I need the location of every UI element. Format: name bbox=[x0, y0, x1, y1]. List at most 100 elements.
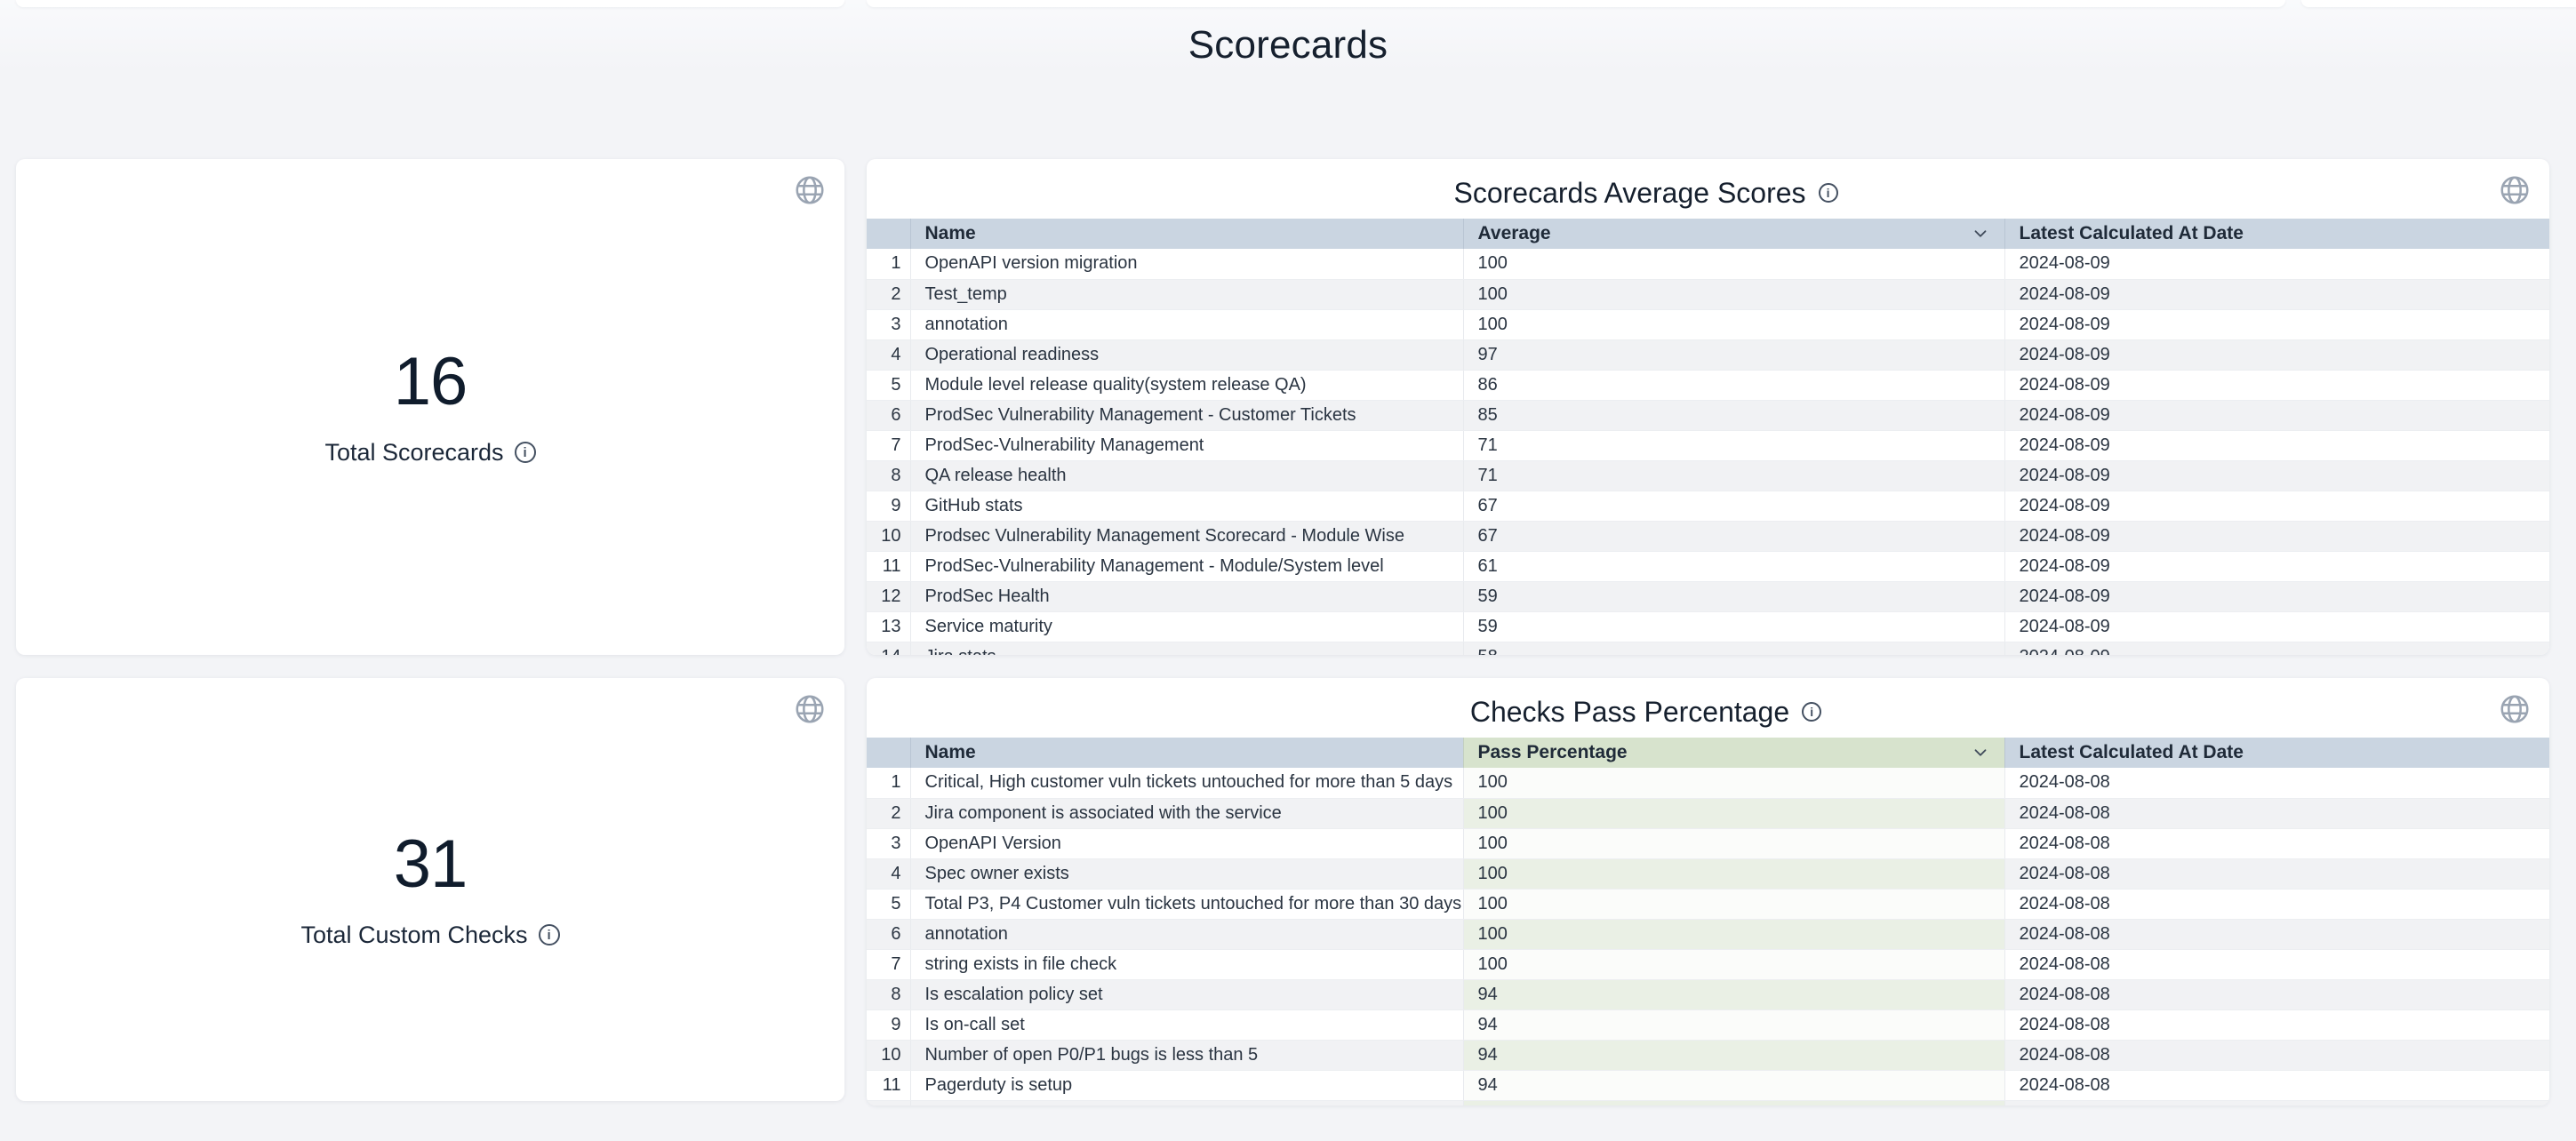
row-index-cell: 2 bbox=[867, 279, 910, 309]
value-cell: 100 bbox=[1463, 279, 2004, 309]
data-table: NameAverageLatest Calculated At Date1Ope… bbox=[867, 219, 2549, 655]
column-header-date[interactable]: Latest Calculated At Date bbox=[2004, 738, 2549, 768]
name-cell: Spec owner exists bbox=[910, 858, 1463, 889]
table-row: 13Service maturity592024-08-09 bbox=[867, 611, 2549, 642]
name-cell: Jira component is associated with the se… bbox=[910, 798, 1463, 828]
name-cell: ProdSec-Vulnerability Management bbox=[910, 430, 1463, 460]
date-cell: 2024-08-08 bbox=[2004, 889, 2549, 919]
table-row: 8Is escalation policy set942024-08-08 bbox=[867, 979, 2549, 1009]
top-card-remnant bbox=[867, 0, 2285, 7]
metric-label-text: Total Scorecards bbox=[324, 439, 503, 467]
table-title-text: Checks Pass Percentage bbox=[1470, 696, 1789, 729]
date-cell: 2024-08-09 bbox=[2004, 309, 2549, 339]
metric-value: 16 bbox=[394, 348, 468, 416]
table-title: Checks Pass Percentage bbox=[867, 694, 2425, 730]
value-cell: 100 bbox=[1463, 249, 2004, 279]
value-cell: 100 bbox=[1463, 858, 2004, 889]
info-icon[interactable] bbox=[1819, 183, 1838, 203]
table-header-row: NameAverageLatest Calculated At Date bbox=[867, 219, 2549, 249]
date-cell: 2024-08-09 bbox=[2004, 430, 2549, 460]
scorecards-average-scores-card: Scorecards Average Scores NameAverageLat… bbox=[867, 159, 2549, 655]
table-row: 9Is on-call set942024-08-08 bbox=[867, 1009, 2549, 1040]
metric-label: Total Scorecards bbox=[324, 439, 535, 467]
table-row-partial bbox=[867, 1100, 2549, 1105]
value-cell: 59 bbox=[1463, 581, 2004, 611]
table-row: 12ProdSec Health592024-08-09 bbox=[867, 581, 2549, 611]
column-header-date[interactable]: Latest Calculated At Date bbox=[2004, 219, 2549, 249]
date-cell: 2024-08-08 bbox=[2004, 1009, 2549, 1040]
table-row: 10Prodsec Vulnerability Management Score… bbox=[867, 521, 2549, 551]
globe-icon[interactable] bbox=[793, 173, 827, 207]
chevron-down-icon[interactable] bbox=[1971, 743, 1990, 762]
date-cell: 2024-08-09 bbox=[2004, 279, 2549, 309]
info-icon[interactable] bbox=[1802, 702, 1821, 722]
column-header-name[interactable]: Name bbox=[910, 219, 1463, 249]
globe-icon[interactable] bbox=[2498, 173, 2532, 207]
name-cell: annotation bbox=[910, 919, 1463, 949]
table-row: 1Critical, High customer vuln tickets un… bbox=[867, 768, 2549, 798]
table-row: 6ProdSec Vulnerability Management - Cust… bbox=[867, 400, 2549, 430]
globe-icon[interactable] bbox=[793, 692, 827, 726]
date-cell: 2024-08-09 bbox=[2004, 642, 2549, 655]
value-cell: 94 bbox=[1463, 1070, 2004, 1100]
value-cell: 71 bbox=[1463, 460, 2004, 491]
info-icon[interactable] bbox=[515, 442, 536, 463]
name-cell: ProdSec-Vulnerability Management - Modul… bbox=[910, 551, 1463, 581]
row-index-cell: 4 bbox=[867, 858, 910, 889]
value-cell: 58 bbox=[1463, 642, 2004, 655]
column-header-name[interactable]: Name bbox=[910, 738, 1463, 768]
date-cell: 2024-08-08 bbox=[2004, 949, 2549, 979]
row-index-cell: 12 bbox=[867, 581, 910, 611]
row-index-cell: 1 bbox=[867, 249, 910, 279]
date-cell: 2024-08-09 bbox=[2004, 249, 2549, 279]
globe-icon[interactable] bbox=[2498, 692, 2532, 726]
value-cell: 71 bbox=[1463, 430, 2004, 460]
name-cell: Critical, High customer vuln tickets unt… bbox=[910, 768, 1463, 798]
date-cell: 2024-08-09 bbox=[2004, 370, 2549, 400]
top-card-remnant bbox=[16, 0, 844, 7]
date-cell: 2024-08-08 bbox=[2004, 1040, 2549, 1070]
table-row: 1OpenAPI version migration1002024-08-09 bbox=[867, 249, 2549, 279]
name-cell: Is on-call set bbox=[910, 1009, 1463, 1040]
table-scroll-area[interactable]: NameAverageLatest Calculated At Date1Ope… bbox=[867, 219, 2549, 655]
table-scroll-area[interactable]: NamePass PercentageLatest Calculated At … bbox=[867, 738, 2549, 1105]
table-header-row: NamePass PercentageLatest Calculated At … bbox=[867, 738, 2549, 768]
metric-label: Total Custom Checks bbox=[300, 922, 559, 949]
value-cell: 100 bbox=[1463, 309, 2004, 339]
table-row: 2Test_temp1002024-08-09 bbox=[867, 279, 2549, 309]
name-cell: Pagerduty is setup bbox=[910, 1070, 1463, 1100]
date-cell: 2024-08-08 bbox=[2004, 1070, 2549, 1100]
name-cell: ProdSec Health bbox=[910, 581, 1463, 611]
metric-label-text: Total Custom Checks bbox=[300, 922, 527, 949]
table-row: 10Number of open P0/P1 bugs is less than… bbox=[867, 1040, 2549, 1070]
name-cell: Module level release quality(system rele… bbox=[910, 370, 1463, 400]
value-cell: 94 bbox=[1463, 1009, 2004, 1040]
scorecards-dashboard: Scorecards 16 Total Scorecards 31 Total … bbox=[0, 0, 2576, 1141]
table-row: 9GitHub stats672024-08-09 bbox=[867, 491, 2549, 521]
date-cell: 2024-08-08 bbox=[2004, 828, 2549, 858]
row-index-cell: 7 bbox=[867, 949, 910, 979]
table-row: 7string exists in file check1002024-08-0… bbox=[867, 949, 2549, 979]
total-custom-checks-card: 31 Total Custom Checks bbox=[16, 678, 844, 1101]
table-row: 14Jira stats582024-08-09 bbox=[867, 642, 2549, 655]
table-row: 4Spec owner exists1002024-08-08 bbox=[867, 858, 2549, 889]
info-icon[interactable] bbox=[539, 924, 560, 946]
table-title-text: Scorecards Average Scores bbox=[1453, 177, 1805, 210]
date-cell: 2024-08-09 bbox=[2004, 460, 2549, 491]
date-cell: 2024-08-08 bbox=[2004, 919, 2549, 949]
row-index-cell: 6 bbox=[867, 400, 910, 430]
table-title: Scorecards Average Scores bbox=[867, 175, 2425, 211]
row-index-cell: 5 bbox=[867, 370, 910, 400]
name-cell: GitHub stats bbox=[910, 491, 1463, 521]
column-header-value[interactable]: Average bbox=[1463, 219, 2004, 249]
row-index-cell: 10 bbox=[867, 1040, 910, 1070]
column-header-value[interactable]: Pass Percentage bbox=[1463, 738, 2004, 768]
data-table: NamePass PercentageLatest Calculated At … bbox=[867, 738, 2549, 1105]
row-index-cell: 13 bbox=[867, 611, 910, 642]
row-index-cell: 14 bbox=[867, 642, 910, 655]
date-cell: 2024-08-08 bbox=[2004, 979, 2549, 1009]
value-cell: 100 bbox=[1463, 949, 2004, 979]
name-cell: OpenAPI version migration bbox=[910, 249, 1463, 279]
chevron-down-icon[interactable] bbox=[1971, 224, 1990, 243]
table-row: 5Module level release quality(system rel… bbox=[867, 370, 2549, 400]
